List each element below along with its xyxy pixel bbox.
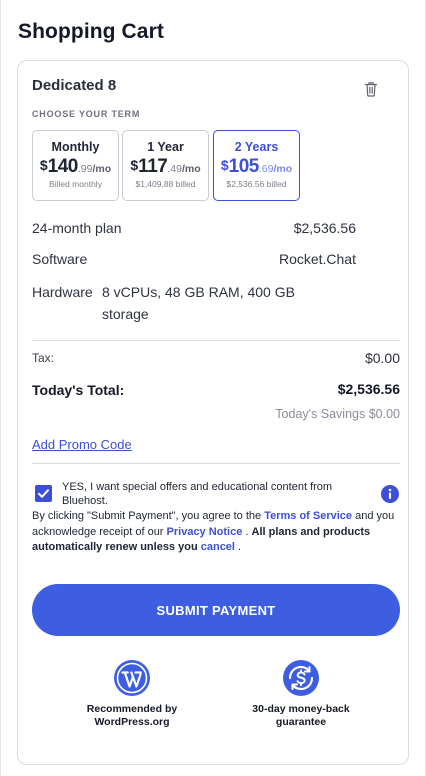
price-cents: .99 xyxy=(77,163,93,175)
billed-note: $1,409.88 billed xyxy=(135,179,196,189)
term-option-1-year[interactable]: 1 Year $117.49/mo $1,409.88 billed xyxy=(122,130,209,201)
price-period: /mo xyxy=(181,163,201,175)
term-name: Monthly xyxy=(51,140,100,154)
product-name: Dedicated 8 xyxy=(32,77,117,94)
term-price: $105.69/mo xyxy=(214,156,299,178)
billed-note: $2,536.56 billed xyxy=(226,179,287,189)
term-section-label: CHOOSE YOUR TERM xyxy=(32,109,141,119)
legal-part: By clicking "Submit Payment", you agree … xyxy=(32,510,265,522)
legal-text: By clicking "Submit Payment", you agree … xyxy=(32,509,396,556)
term-option-monthly[interactable]: Monthly $140.99/mo Billed monthly xyxy=(32,130,119,201)
page-container: Shopping Cart Dedicated 8 CHOOSE YOUR TE… xyxy=(0,0,426,776)
tax-value: $0.00 xyxy=(364,350,400,366)
info-icon[interactable] xyxy=(381,485,399,503)
total-label: Today's Total: xyxy=(32,382,125,398)
cancel-link[interactable]: cancel xyxy=(201,541,235,553)
price-cents: .49 xyxy=(167,163,182,175)
cart-card: Dedicated 8 CHOOSE YOUR TERM Monthly $14… xyxy=(17,60,409,765)
plan-value: $2,536.56 xyxy=(293,220,356,236)
price-period: /mo xyxy=(92,163,112,175)
price-dollars: 117 xyxy=(138,156,168,177)
price-cents: .69 xyxy=(258,163,274,175)
currency-symbol: $ xyxy=(220,157,229,173)
price-dollars: 140 xyxy=(47,156,79,177)
trash-icon[interactable] xyxy=(364,81,378,97)
term-option-2-years[interactable]: 2 Years $105.69/mo $2,536.56 billed xyxy=(213,130,300,201)
submit-payment-button[interactable]: SUBMIT PAYMENT xyxy=(32,584,400,636)
savings-text: Today's Savings $0.00 xyxy=(275,407,400,421)
badge-caption: Recommended by WordPress.org xyxy=(86,703,178,728)
term-name: 2 Years xyxy=(234,140,279,154)
check-icon xyxy=(38,489,49,498)
hardware-value: 8 vCPUs, 48 GB RAM, 400 GB storage xyxy=(102,284,295,322)
privacy-notice-link[interactable]: Privacy Notice xyxy=(167,526,243,538)
add-promo-code-link[interactable]: Add Promo Code xyxy=(32,437,132,452)
term-price: $140.99/mo xyxy=(33,156,118,178)
page-title: Shopping Cart xyxy=(18,20,164,43)
legal-part: . xyxy=(234,541,242,553)
term-name: 1 Year xyxy=(147,140,184,154)
divider xyxy=(32,463,400,464)
plan-label: 24-month plan xyxy=(32,220,122,236)
total-value: $2,536.56 xyxy=(337,381,400,397)
wordpress-icon xyxy=(114,660,150,696)
currency-symbol: $ xyxy=(130,157,139,173)
terms-of-service-link[interactable]: Terms of Service xyxy=(264,510,352,522)
divider xyxy=(32,340,400,341)
currency-symbol: $ xyxy=(39,157,48,173)
price-period: /mo xyxy=(273,163,293,175)
optin-checkbox[interactable] xyxy=(35,485,52,502)
billed-note: Billed monthly xyxy=(49,179,102,189)
legal-part: . xyxy=(242,525,252,538)
money-back-badge: 30-day money-back guarantee xyxy=(236,659,366,729)
optin-text: YES, I want special offers and education… xyxy=(62,481,333,507)
price-dollars: 105 xyxy=(228,156,260,177)
software-label: Software xyxy=(32,251,88,267)
software-value: Rocket.Chat xyxy=(278,251,356,267)
hardware-label: Hardware xyxy=(32,284,93,300)
money-back-icon xyxy=(283,660,319,696)
badge-caption: 30-day money-back guarantee xyxy=(252,703,350,728)
tax-label: Tax: xyxy=(32,351,55,365)
wordpress-badge: Recommended by WordPress.org xyxy=(76,659,188,729)
term-price: $117.49/mo xyxy=(123,156,208,178)
